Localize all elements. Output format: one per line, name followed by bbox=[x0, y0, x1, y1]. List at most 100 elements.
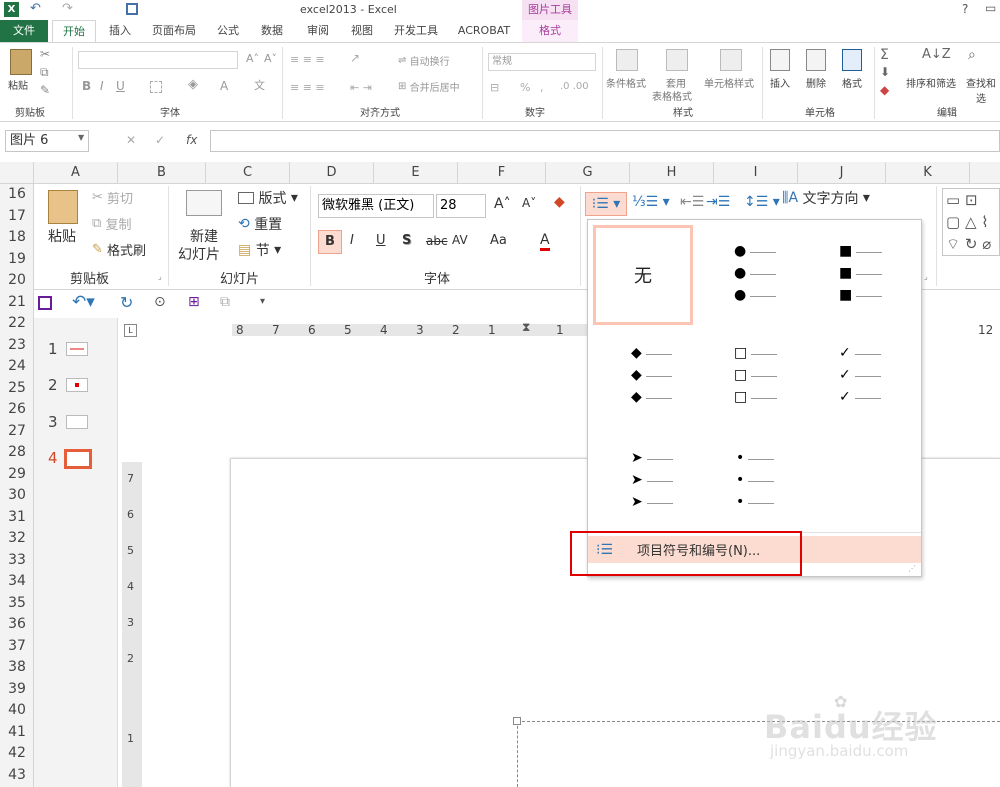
delete-cells-icon[interactable] bbox=[806, 49, 826, 71]
column-header[interactable]: J bbox=[798, 162, 886, 184]
font-name-box[interactable] bbox=[78, 51, 238, 69]
redo-icon[interactable]: ↷ bbox=[62, 1, 73, 16]
row-header[interactable]: 22 bbox=[0, 313, 34, 335]
tab-view[interactable]: 视图 bbox=[342, 20, 382, 42]
ppt-save-icon[interactable] bbox=[38, 296, 52, 310]
copy-icon[interactable]: ⧉ bbox=[40, 65, 49, 80]
name-box[interactable]: 图片 6 bbox=[5, 130, 89, 152]
ppt-underline-button[interactable]: U bbox=[376, 233, 386, 248]
tab-review[interactable]: 审阅 bbox=[298, 20, 338, 42]
increase-indent-icon[interactable]: ⇥☰ bbox=[706, 194, 730, 210]
ppt-font-grow-icon[interactable]: A˄ bbox=[494, 196, 511, 212]
format-cells-button[interactable]: 格式 bbox=[842, 75, 862, 90]
tab-insert[interactable]: 插入 bbox=[100, 20, 140, 42]
ppt-strikethrough-button[interactable]: abc bbox=[426, 234, 448, 248]
tab-page-layout[interactable]: 页面布局 bbox=[146, 20, 202, 42]
ppt-char-spacing-button[interactable]: AV bbox=[452, 233, 468, 247]
indent-marker-icon[interactable]: ⧗ bbox=[522, 320, 530, 335]
decrease-indent-icon[interactable]: ⇤☰ bbox=[680, 194, 704, 210]
row-header[interactable]: 18 bbox=[0, 227, 34, 249]
align-top-icon[interactable]: ≡ ≡ ≡ bbox=[290, 53, 325, 66]
ppt-bold-button[interactable]: B bbox=[318, 230, 342, 254]
bullets-button[interactable]: ⁝☰ ▾ bbox=[585, 192, 627, 216]
row-header[interactable]: 20 bbox=[0, 270, 34, 292]
column-header[interactable]: D bbox=[290, 162, 374, 184]
reset-button[interactable]: ⟲ 重置 bbox=[238, 214, 282, 234]
ppt-font-name-box[interactable]: 微软雅黑 (正文) bbox=[318, 194, 434, 218]
ppt-change-case-button[interactable]: Aa bbox=[490, 233, 507, 248]
ppt-font-shrink-icon[interactable]: A˅ bbox=[522, 196, 536, 210]
column-header[interactable]: A bbox=[34, 162, 118, 184]
new-slide-label-1[interactable]: 新建 bbox=[190, 226, 218, 246]
row-header[interactable]: 31 bbox=[0, 507, 34, 529]
formula-input[interactable] bbox=[210, 130, 1000, 152]
row-header[interactable]: 37 bbox=[0, 636, 34, 658]
ppt-saveas-icon[interactable]: ⊞ bbox=[188, 294, 200, 310]
decimal-icon[interactable]: .0 .00 bbox=[560, 81, 589, 92]
cut-icon[interactable]: ✂ bbox=[40, 47, 50, 61]
row-header[interactable]: 34 bbox=[0, 571, 34, 593]
ppt-repeat-icon[interactable]: ↻ bbox=[120, 293, 133, 312]
save-icon[interactable] bbox=[126, 3, 138, 15]
row-header[interactable]: 25 bbox=[0, 378, 34, 400]
row-header[interactable]: 41 bbox=[0, 722, 34, 744]
bullet-option-filled-round[interactable]: ● ● ● bbox=[706, 225, 806, 325]
row-header[interactable]: 21 bbox=[0, 292, 34, 314]
tab-home[interactable]: 开始 bbox=[52, 20, 96, 42]
ppt-paste-button[interactable]: 粘贴 bbox=[48, 226, 76, 246]
bullet-option-checkmark[interactable]: ✓ ✓ ✓ bbox=[813, 340, 913, 440]
delete-cells-button[interactable]: 删除 bbox=[806, 75, 826, 90]
paste-icon[interactable] bbox=[10, 49, 32, 75]
ppt-undo-icon[interactable]: ↶▾ bbox=[72, 292, 95, 312]
slide-thumbnail[interactable] bbox=[66, 378, 88, 392]
tab-developer[interactable]: 开发工具 bbox=[388, 20, 444, 42]
sort-filter-button[interactable]: 排序和筛选 bbox=[906, 75, 956, 90]
conditional-format-icon[interactable] bbox=[616, 49, 638, 71]
sort-filter-icon[interactable]: A↓Z bbox=[922, 47, 951, 62]
bullet-option-diamond[interactable]: ◆ ◆ ◆ bbox=[603, 340, 703, 440]
conditional-format-button[interactable]: 条件格式 bbox=[606, 75, 646, 90]
ppt-dialog-launcher-icon[interactable]: ⌟ bbox=[924, 272, 928, 281]
row-header[interactable]: 26 bbox=[0, 399, 34, 421]
number-format-box[interactable]: 常规 bbox=[488, 53, 596, 71]
insert-cells-icon[interactable] bbox=[770, 49, 790, 71]
row-header[interactable]: 33 bbox=[0, 550, 34, 572]
numbering-icon[interactable]: ⅓☰ ▾ bbox=[632, 194, 670, 210]
borders-icon[interactable] bbox=[150, 81, 162, 93]
undo-icon[interactable]: ↶ bbox=[30, 1, 41, 16]
row-header[interactable]: 30 bbox=[0, 485, 34, 507]
ppt-slideshow-icon[interactable]: ⊙ bbox=[154, 294, 166, 310]
enter-icon[interactable]: ✓ bbox=[155, 133, 165, 147]
table-format-label-2[interactable]: 表格格式 bbox=[652, 88, 692, 103]
help-icon[interactable]: ? bbox=[962, 2, 968, 16]
ppt-font-color-button[interactable]: A bbox=[540, 232, 550, 251]
tab-selector-icon[interactable]: L bbox=[124, 324, 137, 337]
format-cells-icon[interactable] bbox=[842, 49, 862, 71]
name-box-dropdown-icon[interactable]: ▼ bbox=[78, 133, 84, 142]
row-header[interactable]: 39 bbox=[0, 679, 34, 701]
ppt-format-painter-button[interactable]: ✎ 格式刷 bbox=[92, 240, 146, 259]
bullet-option-filled-square[interactable]: ■ ■ ■ bbox=[813, 225, 913, 325]
ppt-paste-icon[interactable] bbox=[48, 190, 78, 224]
currency-icon[interactable]: ⊟ bbox=[490, 81, 499, 94]
cell-styles-icon[interactable] bbox=[720, 49, 742, 71]
table-format-icon[interactable] bbox=[666, 49, 688, 71]
new-slide-label-2[interactable]: 幻灯片 bbox=[178, 244, 220, 264]
italic-button[interactable]: I bbox=[100, 79, 104, 93]
paste-button[interactable]: 粘贴 bbox=[8, 77, 28, 92]
font-color-icon[interactable]: A bbox=[220, 79, 228, 93]
ppt-italic-button[interactable]: I bbox=[350, 233, 354, 248]
autosum-icon[interactable]: Σ bbox=[880, 47, 889, 63]
column-header[interactable]: E bbox=[374, 162, 458, 184]
fill-icon[interactable]: ⬇ bbox=[880, 65, 890, 79]
font-shrink-icon[interactable]: A˅ bbox=[264, 52, 277, 65]
phonetic-icon[interactable]: 文 bbox=[254, 77, 265, 93]
slide-thumbnail[interactable] bbox=[66, 342, 88, 356]
cell-styles-button[interactable]: 单元格样式 bbox=[704, 75, 754, 90]
font-grow-icon[interactable]: A˄ bbox=[246, 52, 259, 65]
row-header[interactable]: 32 bbox=[0, 528, 34, 550]
row-header[interactable]: 24 bbox=[0, 356, 34, 378]
row-header[interactable]: 36 bbox=[0, 614, 34, 636]
text-direction-button[interactable]: ⫼A 文字方向 ▾ bbox=[782, 188, 870, 208]
wrap-text-button[interactable]: ⇌ 自动换行 bbox=[398, 53, 450, 68]
